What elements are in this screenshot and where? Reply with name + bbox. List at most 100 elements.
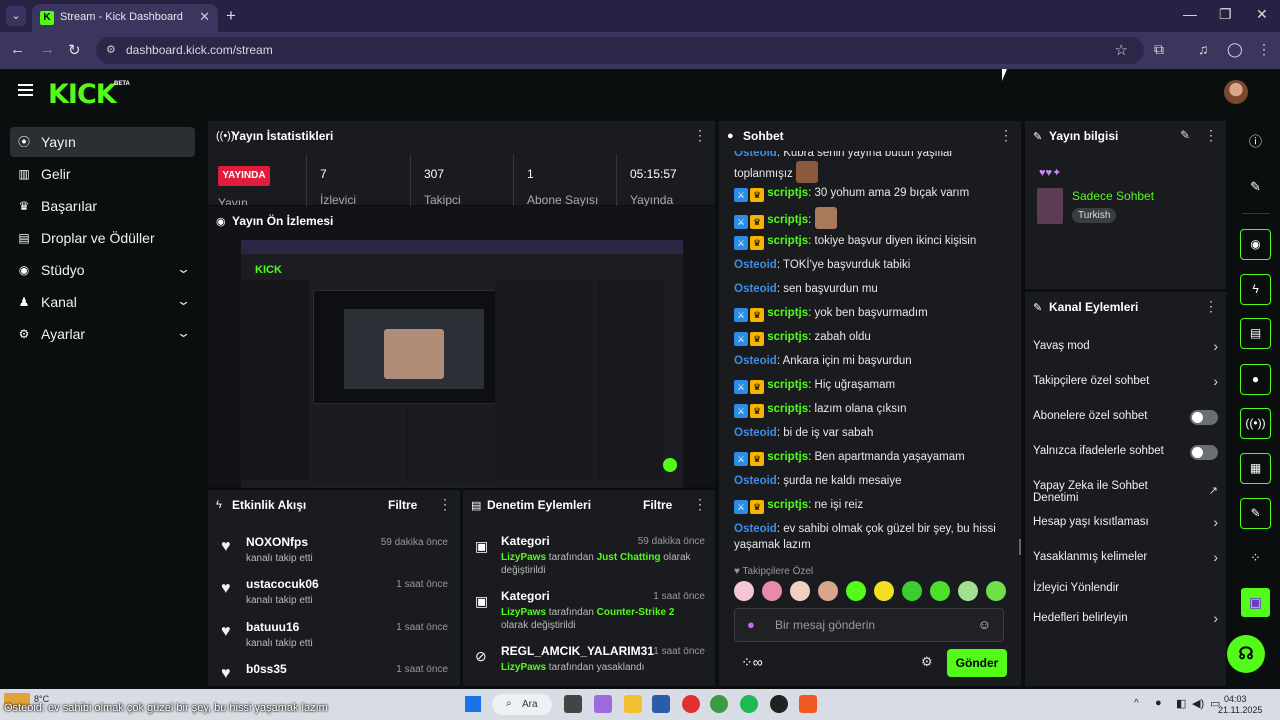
hamburger-menu-icon[interactable]: [18, 84, 33, 96]
minimize-icon[interactable]: —: [1183, 6, 1197, 22]
more-options-icon[interactable]: ⋮: [1204, 127, 1218, 144]
chat-username[interactable]: scriptjs: [767, 451, 808, 463]
opera-icon[interactable]: [682, 695, 700, 713]
media-icon[interactable]: ♫: [1198, 41, 1209, 57]
pencil-icon[interactable]: ✎: [1240, 171, 1271, 202]
info-icon[interactable]: ⓘ: [1240, 126, 1271, 157]
extension-app-icon[interactable]: ▣: [1241, 588, 1270, 617]
sidebar-item-gelir[interactable]: ▥ Gelir: [10, 159, 195, 189]
more-options-icon[interactable]: ⋮: [438, 496, 452, 513]
edit-icon[interactable]: ✎: [1180, 128, 1190, 142]
tab-search-icon[interactable]: ⌄: [6, 6, 26, 26]
help-headset-icon[interactable]: ☊: [1227, 635, 1265, 673]
obs-icon[interactable]: [770, 695, 788, 713]
sidebar-item-droplar[interactable]: ▤ Droplar ve Ödüller: [10, 223, 195, 253]
action-followers-only[interactable]: Takipçilere özel sohbet ›: [1033, 371, 1218, 395]
chrome-icon[interactable]: [710, 695, 728, 713]
emote-icon[interactable]: [958, 581, 978, 601]
moderation-filter-button[interactable]: Filtre: [643, 498, 672, 512]
more-options-icon[interactable]: ⋮: [693, 496, 707, 513]
more-options-icon[interactable]: ⋮: [1204, 298, 1218, 315]
layout-toggle-icon[interactable]: ▦: [1240, 453, 1271, 484]
chat-username[interactable]: Osteoid: [734, 523, 777, 535]
chat-scrollbar[interactable]: [1019, 539, 1021, 555]
mod-user[interactable]: LizyPaws: [501, 662, 546, 673]
emote-icon[interactable]: [874, 581, 894, 601]
language-tag[interactable]: Turkish: [1072, 208, 1117, 223]
broadcast-toggle-icon[interactable]: ((•)): [1240, 408, 1271, 439]
action-account-age[interactable]: Hesap yaşı kısıtlaması ›: [1033, 512, 1218, 536]
site-info-icon[interactable]: ⚙: [106, 43, 120, 57]
chat-username[interactable]: scriptjs: [767, 187, 808, 199]
copilot-icon[interactable]: [594, 695, 612, 713]
activity-user[interactable]: ustacocuk06: [246, 577, 319, 591]
activity-user[interactable]: batuuu16: [246, 620, 299, 634]
action-raid[interactable]: İzleyici Yönlendir: [1033, 578, 1218, 602]
category-thumbnail[interactable]: [1037, 188, 1063, 224]
chat-username[interactable]: scriptjs: [767, 214, 808, 226]
activity-user[interactable]: NOXONfps: [246, 535, 308, 549]
sidebar-item-basarilar[interactable]: ♛ Başarılar: [10, 191, 195, 221]
action-ai-moderation[interactable]: Yapay Zeka ile Sohbet Denetimi ↗: [1033, 476, 1218, 506]
brave-icon[interactable]: [799, 695, 817, 713]
task-view-icon[interactable]: [564, 695, 582, 713]
emoji-icon[interactable]: ☺: [978, 617, 991, 632]
more-menu-icon[interactable]: ⋮: [1257, 41, 1271, 58]
emotes-only-toggle[interactable]: [1190, 445, 1218, 460]
send-button[interactable]: Gönder: [947, 649, 1007, 677]
tray-chevron-icon[interactable]: ^: [1134, 698, 1139, 709]
chat-username[interactable]: Osteoid: [734, 427, 777, 439]
chat-username[interactable]: Osteoid: [734, 355, 777, 367]
network-icon[interactable]: ◧: [1176, 697, 1186, 710]
mod-user[interactable]: LizyPaws: [501, 607, 546, 618]
emote-icon[interactable]: [986, 581, 1006, 601]
action-slow-mode[interactable]: Yavaş mod ›: [1033, 336, 1218, 360]
emote-icon[interactable]: [790, 581, 810, 601]
chat-username[interactable]: scriptjs: [767, 403, 808, 415]
chat-username[interactable]: scriptjs: [767, 307, 808, 319]
sidebar-item-ayarlar[interactable]: ⚙ Ayarlar ⌄: [10, 319, 195, 349]
emote-icon[interactable]: [734, 581, 754, 601]
mic-tray-icon[interactable]: ●: [1155, 697, 1162, 709]
chat-username[interactable]: scriptjs: [767, 331, 808, 343]
forward-icon[interactable]: →: [40, 41, 55, 58]
volume-icon[interactable]: ◀): [1192, 697, 1204, 710]
bookmark-star-icon[interactable]: ☆: [1115, 41, 1128, 59]
kick-points-icon[interactable]: ⁘: [1240, 542, 1271, 573]
wrench-toggle-icon[interactable]: ✎: [1240, 498, 1271, 529]
chat-username[interactable]: scriptjs: [767, 499, 808, 511]
document-toggle-icon[interactable]: ▤: [1240, 318, 1271, 349]
kick-points-icon[interactable]: ⁘∞: [741, 654, 763, 671]
maximize-icon[interactable]: ❐: [1219, 6, 1232, 23]
new-tab-icon[interactable]: +: [226, 6, 236, 26]
mod-user[interactable]: LizyPaws: [501, 552, 546, 563]
url-bar[interactable]: ⚙ dashboard.kick.com/stream ☆: [96, 37, 1144, 64]
extensions-icon[interactable]: ⧉: [1154, 41, 1164, 58]
chat-username[interactable]: Osteoid: [734, 259, 777, 271]
emote-icon[interactable]: [846, 581, 866, 601]
chat-username[interactable]: Osteoid: [734, 151, 777, 159]
emote-icon[interactable]: [930, 581, 950, 601]
spotify-icon[interactable]: [740, 695, 758, 713]
preview-toggle-icon[interactable]: ◉: [1240, 229, 1271, 260]
window-close-icon[interactable]: ✕: [1256, 6, 1268, 23]
chat-username[interactable]: scriptjs: [767, 379, 808, 391]
chat-settings-icon[interactable]: ⚙: [921, 654, 933, 670]
taskbar-search[interactable]: ⌕ Ara: [492, 694, 552, 715]
sidebar-item-kanal[interactable]: ♟ Kanal ⌄: [10, 287, 195, 317]
chat-toggle-icon[interactable]: ●: [1240, 364, 1271, 395]
store-icon[interactable]: [652, 695, 670, 713]
chat-username[interactable]: scriptjs: [767, 235, 808, 247]
chat-username[interactable]: Osteoid: [734, 283, 777, 295]
lightning-toggle-icon[interactable]: ϟ: [1240, 274, 1271, 305]
action-banned-words[interactable]: Yasaklanmış kelimeler ›: [1033, 547, 1218, 571]
sidebar-item-studyo[interactable]: ◉ Stüdyo ⌄: [10, 255, 195, 285]
action-goals[interactable]: Hedefleri belirleyin ›: [1033, 608, 1218, 632]
activity-user[interactable]: b0ss35: [246, 662, 287, 676]
file-explorer-icon[interactable]: [624, 695, 642, 713]
kick-logo[interactable]: KICK: [48, 79, 117, 110]
clock-time[interactable]: 04:03: [1224, 694, 1247, 704]
chat-input[interactable]: ● Bir mesaj gönderin ☺: [734, 608, 1004, 642]
subscribers-only-toggle[interactable]: [1190, 410, 1218, 425]
clock-date[interactable]: 21.11.2025: [1218, 705, 1262, 715]
